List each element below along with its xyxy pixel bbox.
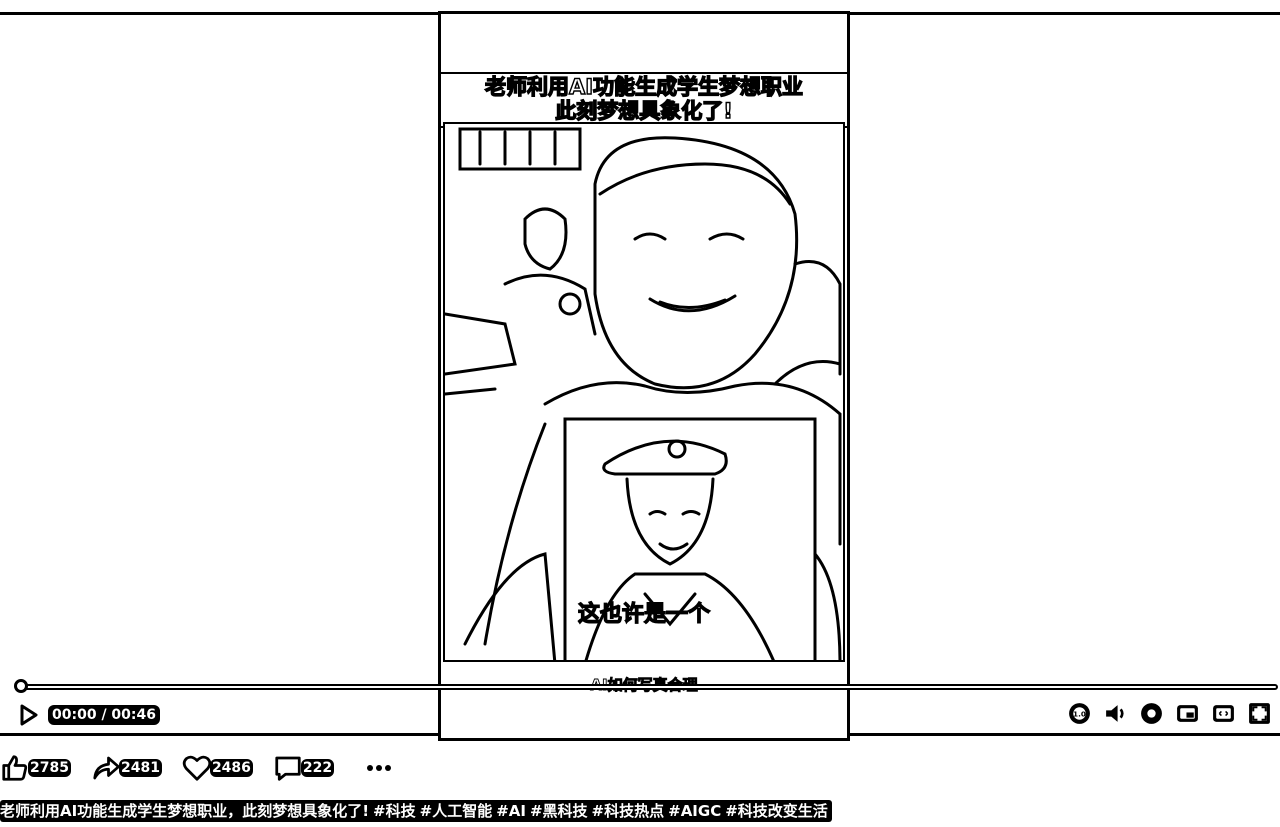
- description-text: 老师利用AI功能生成学生梦想职业，此刻梦想具象化了!: [0, 802, 370, 820]
- hashtag-list: #科技 #人工智能 #AI #黑科技 #科技热点 #AIGC #科技改变生活: [369, 802, 828, 820]
- hashtag-link[interactable]: #AI: [496, 802, 526, 820]
- gear-icon[interactable]: [1139, 701, 1164, 726]
- favorite-button[interactable]: 2486: [182, 753, 253, 783]
- video-page: 老师利用AI功能生成学生梦想职业 此刻梦想具象化了! 这也许是一个 00:00 …: [0, 0, 1280, 827]
- video-content[interactable]: 这也许是一个: [443, 122, 845, 662]
- thumbs-up-icon: [2, 755, 28, 781]
- video-player[interactable]: 老师利用AI功能生成学生梦想职业 此刻梦想具象化了! 这也许是一个 00:00 …: [0, 11, 1280, 741]
- video-title-overlay: 老师利用AI功能生成学生梦想职业 此刻梦想具象化了!: [441, 72, 847, 128]
- like-button[interactable]: 2785: [0, 753, 71, 783]
- svg-text:1.0: 1.0: [1073, 710, 1086, 719]
- hashtag-link[interactable]: #科技改变生活: [725, 802, 828, 820]
- picture-in-picture-icon[interactable]: [1175, 701, 1200, 726]
- time-display: 00:00 / 00:46: [48, 705, 160, 725]
- fullscreen-icon[interactable]: [1247, 701, 1272, 726]
- comment-bubble-icon: [275, 756, 301, 781]
- share-arrow-icon: [93, 756, 120, 780]
- share-count: 2481: [118, 759, 162, 777]
- video-title-line1: 老师利用AI功能生成学生梦想职业: [484, 74, 804, 99]
- web-fullscreen-icon[interactable]: [1211, 701, 1236, 726]
- progress-handle[interactable]: [14, 679, 28, 693]
- hashtag-link[interactable]: #AIGC: [668, 802, 721, 820]
- engagement-bar: 2785 2481 2486 222: [0, 752, 394, 784]
- like-count: 2785: [28, 759, 71, 777]
- video-description: 老师利用AI功能生成学生梦想职业，此刻梦想具象化了! #科技 #人工智能 #AI #黑科…: [0, 800, 832, 822]
- hashtag-link[interactable]: #黑科技: [530, 802, 588, 820]
- hashtag-link[interactable]: #科技: [373, 802, 416, 820]
- share-button[interactable]: 2481: [91, 753, 162, 783]
- player-controls: 00:00 / 00:46 1.0: [0, 699, 1280, 729]
- more-options-button[interactable]: [364, 760, 394, 776]
- player-controls-right: 1.0: [1067, 701, 1272, 726]
- heart-icon: [182, 755, 212, 781]
- play-icon[interactable]: [16, 703, 40, 727]
- more-dots-icon: [367, 765, 374, 771]
- hashtag-link[interactable]: #人工智能: [420, 802, 493, 820]
- comment-button[interactable]: 222: [273, 753, 335, 783]
- playback-speed-icon[interactable]: 1.0: [1067, 701, 1092, 726]
- favorite-count: 2486: [209, 759, 253, 777]
- progress-bar[interactable]: [18, 684, 1278, 690]
- video-frame[interactable]: 老师利用AI功能生成学生梦想职业 此刻梦想具象化了! 这也许是一个: [438, 11, 850, 741]
- comment-count: 222: [300, 759, 335, 777]
- video-scene-illustration: [445, 127, 842, 660]
- video-subtitle: 这也许是一个: [577, 601, 710, 627]
- video-title-line2: 此刻梦想具象化了!: [555, 98, 734, 123]
- hashtag-link[interactable]: #科技热点: [592, 802, 665, 820]
- volume-icon[interactable]: [1103, 701, 1128, 726]
